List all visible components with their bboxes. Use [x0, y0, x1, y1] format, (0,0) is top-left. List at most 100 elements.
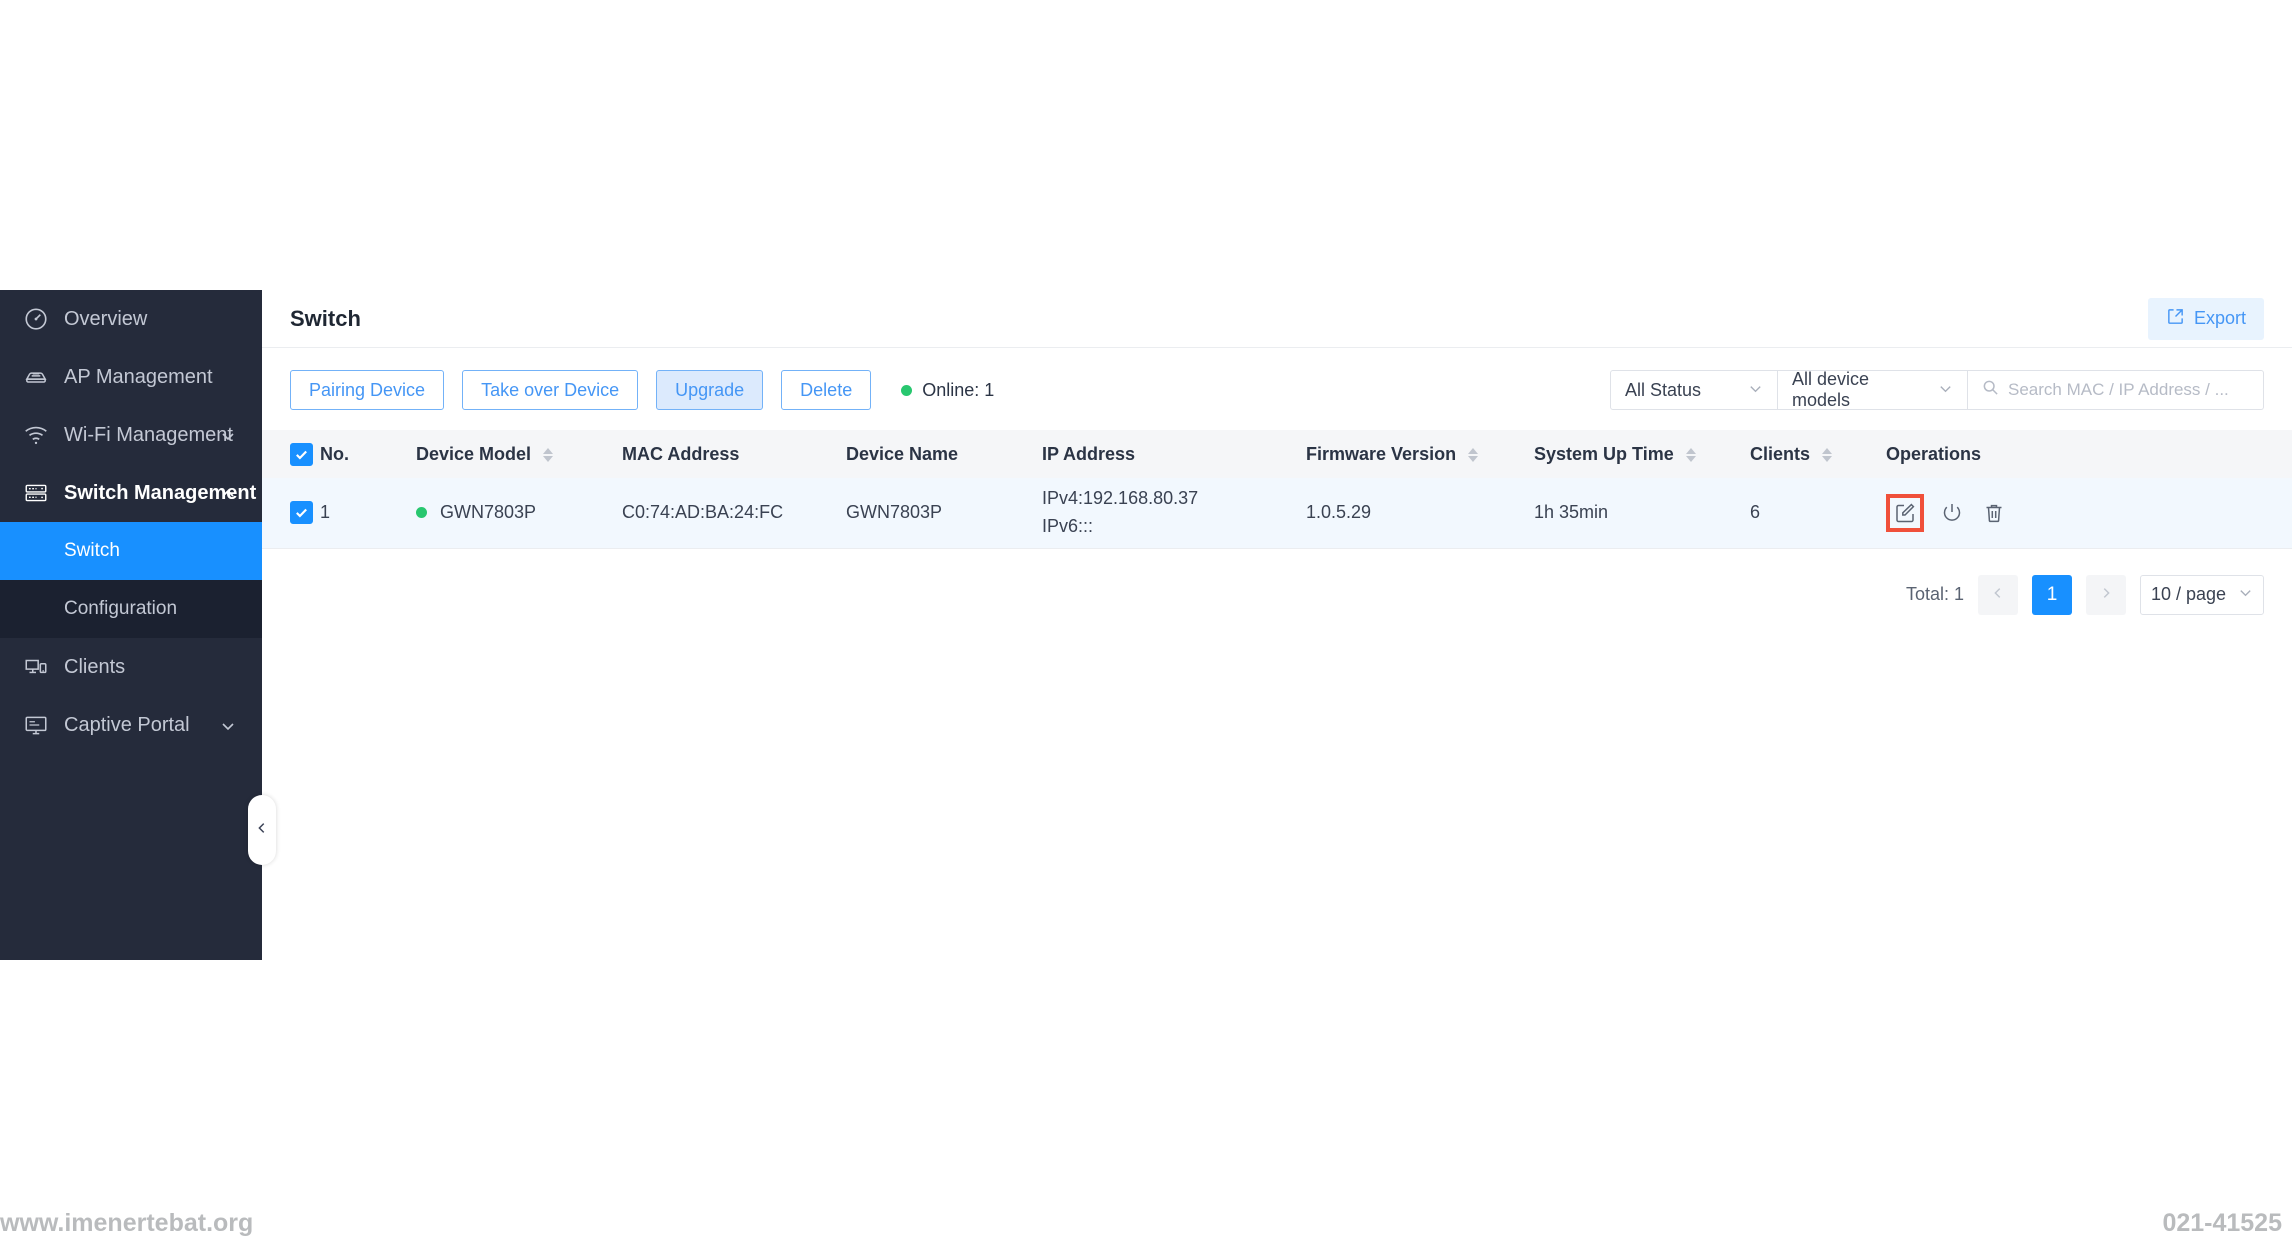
export-button[interactable]: Export	[2147, 297, 2264, 340]
sort-toggle-icon[interactable]	[1468, 447, 1479, 462]
edit-device-button-highlight	[1886, 493, 1924, 532]
sidebar-item-label: Wi-Fi Management	[64, 423, 233, 446]
device-model-value: GWN7803P	[440, 502, 537, 523]
speedometer-icon	[22, 305, 50, 333]
chevron-left-icon	[1991, 584, 2005, 606]
external-link-icon	[2166, 307, 2185, 331]
column-firmware-version[interactable]: Firmware Version	[1306, 430, 1534, 478]
page-number-1[interactable]: 1	[2032, 574, 2072, 615]
sidebar-item-captive-portal[interactable]: Captive Portal	[0, 696, 262, 754]
sidebar-collapse-handle[interactable]	[248, 795, 276, 865]
status-dot-icon	[901, 384, 913, 396]
column-no: No.	[320, 430, 416, 478]
column-label: Clients	[1750, 443, 1811, 464]
chevron-up-icon	[220, 485, 236, 501]
power-icon[interactable]	[1938, 499, 1966, 527]
column-device-model[interactable]: Device Model	[416, 430, 622, 478]
watermark-left: www.imenertebat.org	[0, 1209, 254, 1237]
prev-page-button[interactable]	[1978, 574, 2018, 615]
sidebar-item-overview[interactable]: Overview	[0, 290, 262, 348]
sidebar-item-label: Overview	[64, 307, 148, 330]
chevron-down-icon	[220, 717, 236, 733]
ipv4-value: IPv4:192.168.80.37	[1042, 487, 1199, 508]
column-ip-address: IP Address	[1042, 430, 1306, 478]
column-clients[interactable]: Clients	[1750, 430, 1886, 478]
sidebar-item-switch-management[interactable]: Switch Management	[0, 464, 262, 522]
cell-device-name: GWN7803P	[846, 478, 1042, 549]
sidebar-subitem-label: Configuration	[64, 598, 178, 619]
pairing-device-button[interactable]: Pairing Device	[290, 370, 445, 410]
select-all-header	[262, 430, 320, 478]
page-title: Switch	[290, 305, 361, 331]
search-placeholder: Search MAC / IP Address / ...	[2008, 380, 2229, 399]
sidebar-item-wifi-management[interactable]: Wi-Fi Management	[0, 406, 262, 464]
toolbar: Pairing Device Take over Device Upgrade …	[262, 348, 2292, 410]
cell-device-model: GWN7803P	[416, 478, 622, 549]
edit-icon[interactable]	[1891, 499, 1919, 527]
table-body: 1 GWN7803P C0:74:AD:BA:24:FC GWN7803P IP…	[262, 478, 2292, 549]
select-all-checkbox[interactable]	[290, 442, 313, 466]
page-size-select[interactable]: 10 / page	[2140, 574, 2264, 615]
watermark-right: 021-41525	[2162, 1209, 2282, 1237]
access-point-icon	[22, 363, 50, 391]
upgrade-button[interactable]: Upgrade	[656, 370, 764, 410]
total-count-label: Total: 1	[1905, 584, 1964, 604]
online-status: Online: 1	[901, 380, 994, 401]
chevron-left-icon	[255, 821, 269, 840]
device-online-dot-icon	[416, 507, 427, 519]
cell-system-up-time: 1h 35min	[1534, 478, 1750, 549]
row-select-cell	[262, 478, 320, 549]
sort-toggle-icon[interactable]	[1822, 447, 1833, 462]
column-system-up-time[interactable]: System Up Time	[1534, 430, 1750, 478]
cell-mac-address: C0:74:AD:BA:24:FC	[622, 478, 846, 549]
sidebar-item-label: Captive Portal	[64, 713, 190, 736]
wifi-icon	[22, 421, 50, 449]
sidebar-item-switch[interactable]: Switch	[0, 522, 262, 580]
status-filter-select[interactable]: All Status	[1610, 370, 1778, 410]
column-label: Firmware Version	[1306, 443, 1457, 464]
sidebar-item-configuration[interactable]: Configuration	[0, 580, 262, 638]
column-operations: Operations	[1886, 430, 2292, 478]
device-model-filter-select[interactable]: All device models	[1778, 369, 1968, 410]
page-size-value: 10 / page	[2150, 584, 2227, 604]
search-input-wrapper[interactable]: Search MAC / IP Address / ...	[1968, 370, 2264, 410]
cell-operations	[1886, 478, 2292, 549]
search-icon	[1982, 379, 1999, 401]
column-label: System Up Time	[1534, 443, 1674, 464]
export-label: Export	[2193, 308, 2246, 328]
column-label: Device Name	[846, 443, 959, 464]
page-header: Switch Export	[262, 290, 2292, 348]
chevron-down-icon	[220, 427, 236, 443]
cell-clients: 6	[1750, 478, 1886, 549]
switch-table: No. Device Model MAC Address Device Name…	[262, 430, 2292, 549]
next-page-button[interactable]	[2086, 574, 2126, 615]
column-label: Operations	[1886, 443, 1982, 464]
status-filter-value: All Status	[1625, 379, 1702, 400]
sidebar-item-ap-management[interactable]: AP Management	[0, 348, 262, 406]
sidebar-subitem-label: Switch	[64, 540, 120, 561]
take-over-device-button[interactable]: Take over Device	[462, 370, 639, 410]
ipv6-value: IPv6:::	[1042, 515, 1094, 536]
table-header-row: No. Device Model MAC Address Device Name…	[262, 430, 2292, 478]
online-status-label: Online: 1	[922, 379, 995, 400]
delete-button[interactable]: Delete	[781, 370, 872, 410]
device-model-filter-value: All device models	[1792, 369, 1870, 410]
sidebar-item-label: AP Management	[64, 365, 213, 388]
sidebar-item-clients[interactable]: Clients	[0, 638, 262, 696]
table-row[interactable]: 1 GWN7803P C0:74:AD:BA:24:FC GWN7803P IP…	[262, 478, 2292, 549]
sort-toggle-icon[interactable]	[543, 447, 554, 462]
column-label: No.	[320, 443, 349, 464]
portal-monitor-icon	[22, 711, 50, 739]
sidebar-item-label: Clients	[64, 655, 126, 678]
column-device-name: Device Name	[846, 430, 1042, 478]
app-root: Overview AP Management Wi-Fi Management	[0, 0, 2292, 1252]
devices-icon	[22, 653, 50, 681]
chevron-right-icon	[2099, 584, 2113, 606]
cell-no: 1	[320, 478, 416, 549]
chevron-down-icon	[1916, 380, 1953, 401]
pagination: Total: 1 1 10 / page	[262, 549, 2292, 615]
row-checkbox[interactable]	[290, 501, 313, 525]
sort-toggle-icon[interactable]	[1685, 447, 1696, 462]
column-label: MAC Address	[622, 443, 740, 464]
trash-icon[interactable]	[1980, 499, 2008, 527]
